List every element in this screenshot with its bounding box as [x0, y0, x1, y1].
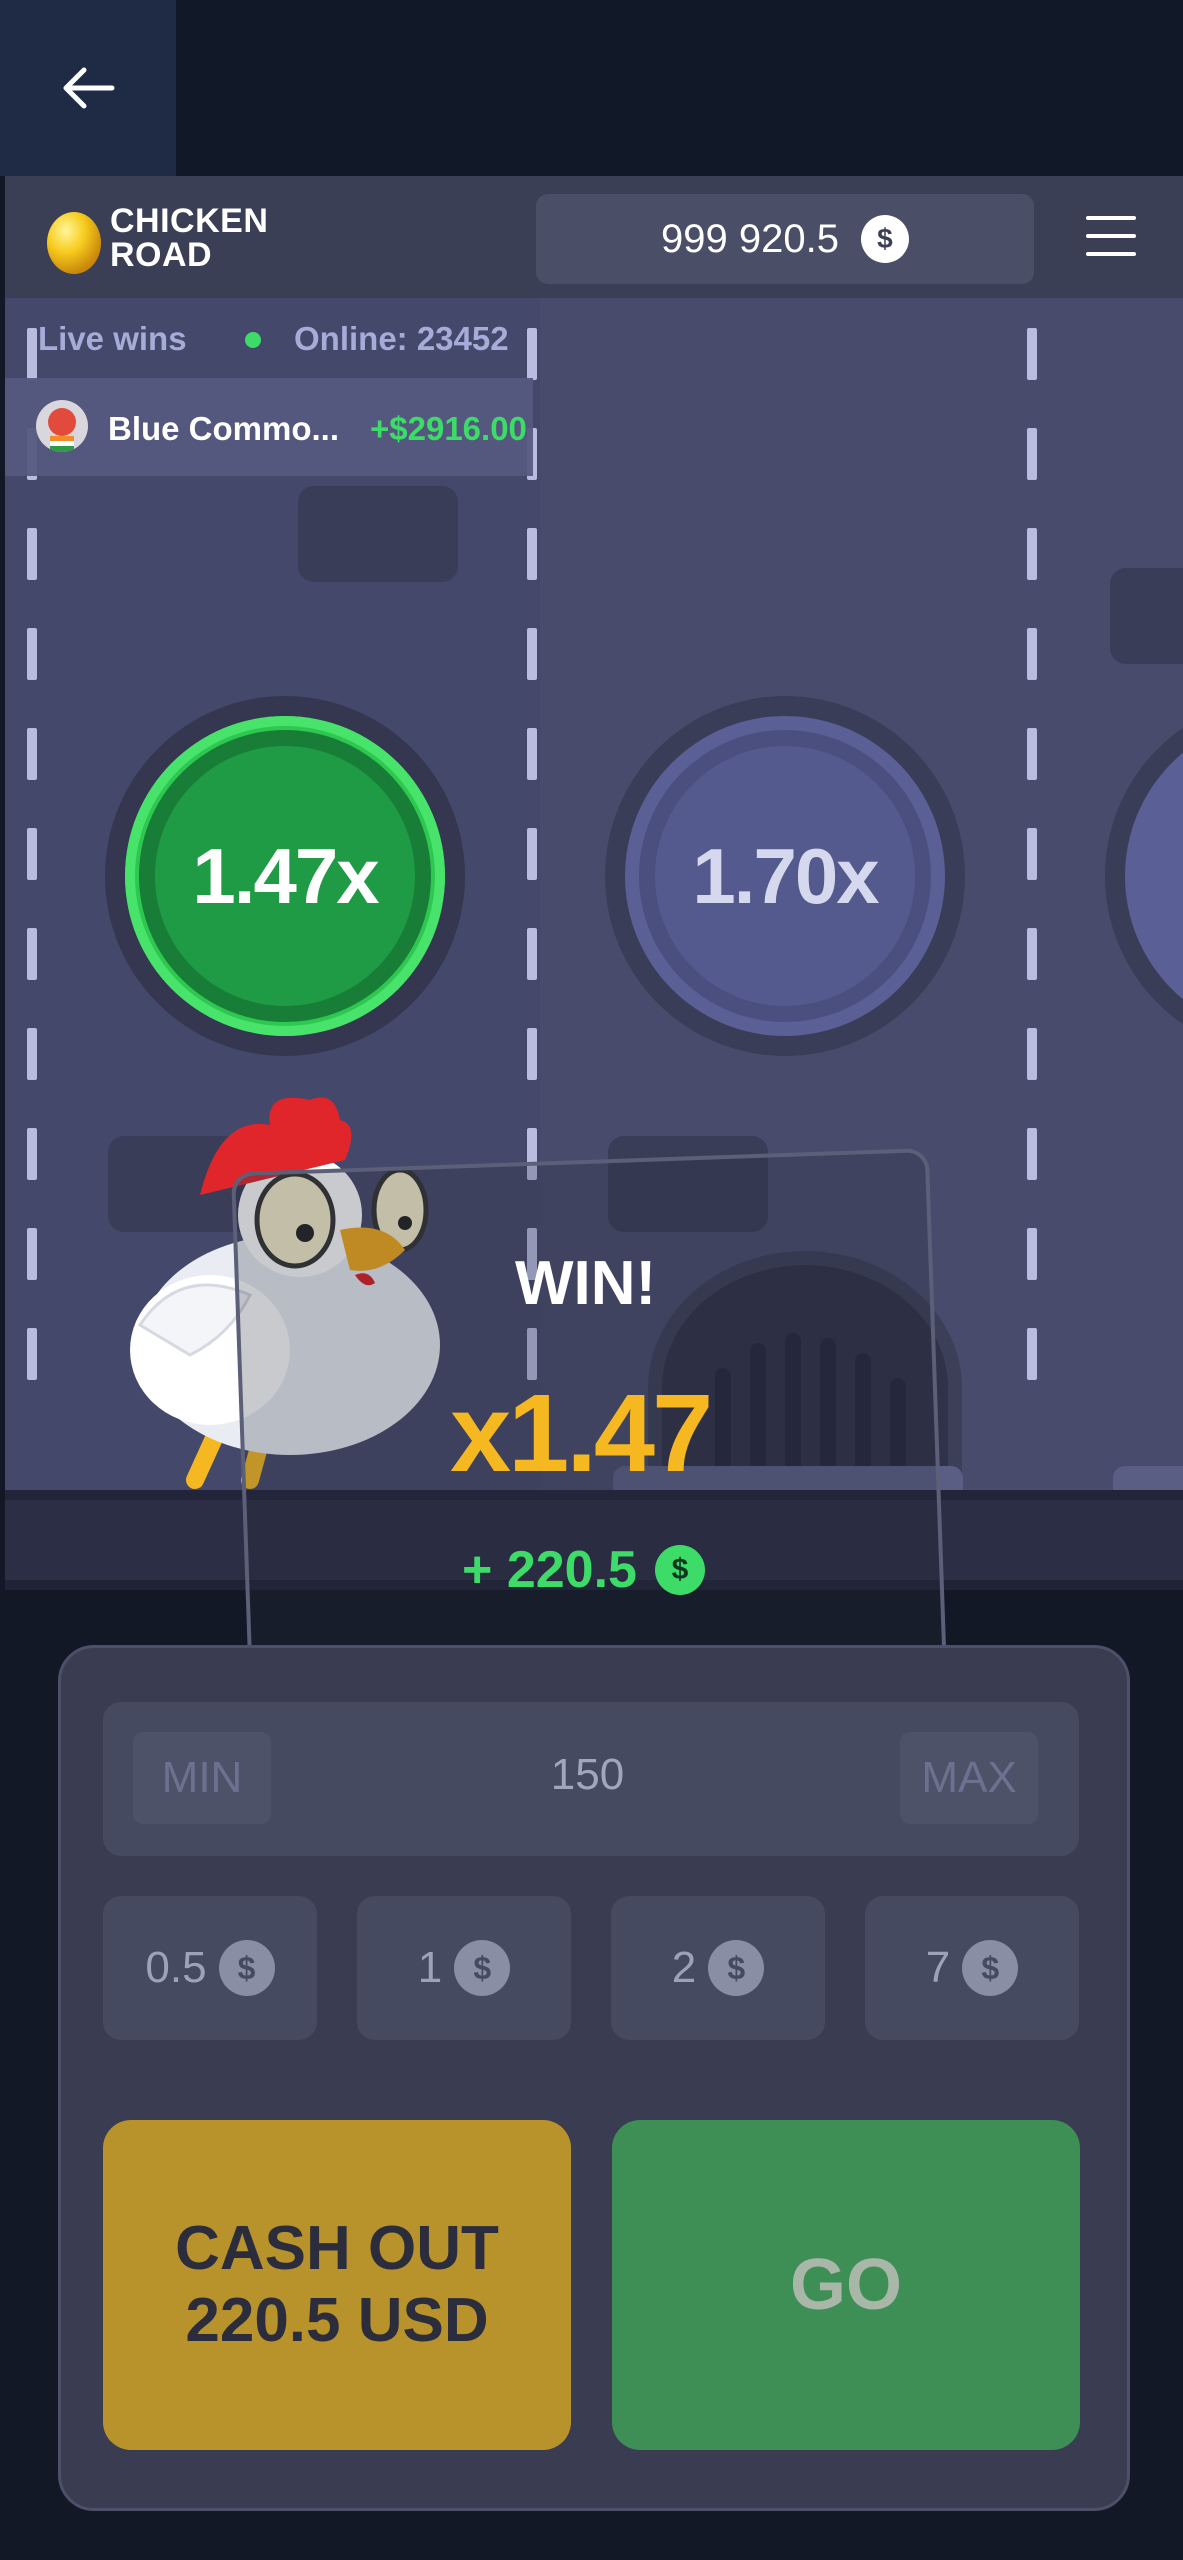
cash-out-label: CASH OUT — [175, 2214, 499, 2283]
hamburger-icon-bar — [1086, 234, 1136, 238]
road-hole — [298, 486, 458, 582]
hamburger-icon — [1086, 216, 1136, 220]
player-win-amount: +$2916.00 — [370, 410, 527, 447]
dollar-coin-icon: $ — [962, 1940, 1019, 1996]
quick-bet-button[interactable]: 1 $ — [357, 1896, 571, 2040]
win-title: WIN! — [515, 1249, 657, 1318]
game-logo: CHICKEN ROAD — [110, 204, 268, 272]
dollar-coin-icon: $ — [708, 1940, 765, 1996]
cash-out-amount: 220.5 USD — [185, 2286, 489, 2355]
balance-value: 999 920.5 — [661, 216, 839, 261]
max-bet-button[interactable]: MAX — [900, 1732, 1038, 1824]
dollar-coin-icon: $ — [218, 1940, 275, 1996]
logo-line-1: CHICKEN — [110, 202, 269, 240]
live-wins-label: Live wins — [38, 320, 187, 357]
win-amount: + 220.5 $ — [462, 1540, 705, 1600]
online-count: Online: 23452 — [294, 320, 509, 357]
quick-bet-button[interactable]: 0.5 $ — [103, 1896, 317, 2040]
quick-bet-value: 1 — [417, 1943, 443, 1992]
multiplier-coin-upcoming — [1105, 696, 1183, 1056]
go-button[interactable]: GO — [612, 2120, 1080, 2450]
quick-bet-value: 0.5 — [145, 1943, 207, 1992]
logo-line-2: ROAD — [110, 236, 213, 274]
flag-avatar-icon — [48, 408, 76, 452]
cash-out-button[interactable]: CASH OUT 220.5 USD — [103, 2120, 571, 2450]
quick-bet-value: 7 — [925, 1943, 951, 1992]
back-button[interactable] — [0, 0, 176, 176]
quick-bet-button[interactable]: 7 $ — [865, 1896, 1079, 2040]
dollar-coin-icon: $ — [654, 1545, 705, 1595]
quick-bet-value: 2 — [671, 1943, 697, 1992]
dollar-coin-icon: $ — [860, 215, 909, 263]
egg-logo-icon — [47, 212, 101, 274]
lane-divider — [27, 298, 37, 1490]
top-bar — [0, 0, 1183, 176]
multiplier-value: 1.70x — [639, 730, 931, 1022]
balance-display: 999 920.5 $ — [536, 194, 1034, 284]
curb — [1113, 1466, 1183, 1490]
road-hole — [1110, 568, 1183, 664]
min-bet-button[interactable]: MIN — [133, 1732, 271, 1824]
player-avatar — [36, 400, 88, 452]
online-status-dot — [245, 332, 261, 348]
hamburger-icon-bar — [1086, 252, 1136, 256]
bet-amount-input[interactable]: 150 — [480, 1750, 695, 1800]
quick-bet-button[interactable]: 2 $ — [611, 1896, 825, 2040]
arrow-left-icon — [63, 67, 115, 109]
win-amount-value: + 220.5 — [462, 1541, 637, 1599]
dollar-coin-icon: $ — [454, 1940, 511, 1996]
win-multiplier: x1.47 — [450, 1372, 713, 1495]
multiplier-coin-passed: 1.47x — [105, 696, 465, 1056]
menu-button[interactable] — [1086, 216, 1136, 256]
player-name: Blue Commo... — [108, 410, 340, 447]
lane-divider — [1027, 298, 1037, 1490]
multiplier-coin-next[interactable]: 1.70x — [605, 696, 965, 1056]
multiplier-value: 1.47x — [139, 730, 431, 1022]
